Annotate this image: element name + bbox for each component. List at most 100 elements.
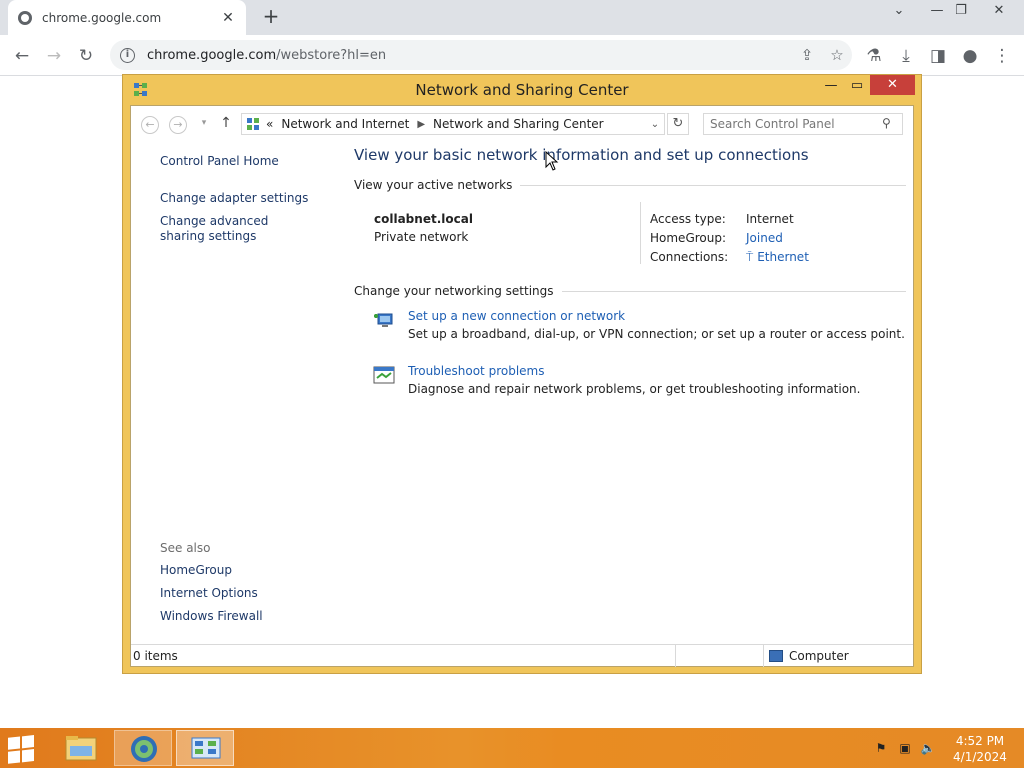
- globe-icon: [131, 736, 157, 762]
- back-icon[interactable]: ←: [9, 43, 35, 69]
- zone-indicator: Computer: [769, 649, 849, 663]
- recent-locations-icon[interactable]: ▾: [195, 116, 213, 134]
- access-type-value: Internet: [746, 212, 794, 226]
- chevron-down-icon[interactable]: ⌄: [646, 119, 664, 130]
- menu-icon[interactable]: ⋮: [989, 43, 1015, 69]
- item-count: 0 items: [133, 649, 178, 663]
- control-panel-icon: [247, 118, 259, 130]
- window-close-button[interactable]: ✕: [870, 75, 915, 95]
- breadcrumb[interactable]: « Network and Internet ▶ Network and Sha…: [241, 113, 665, 135]
- tab-search-icon[interactable]: ⌄: [884, 0, 914, 24]
- main-content: View your basic network information and …: [354, 146, 906, 418]
- browser-tab-strip: chrome.google.com ✕ + ⌄ — ❐ ✕: [0, 0, 1024, 35]
- chevron-right-icon[interactable]: ▶: [417, 119, 425, 130]
- tab-title: chrome.google.com: [42, 10, 162, 25]
- internet-options-link[interactable]: Internet Options: [160, 586, 330, 601]
- divider: [675, 645, 676, 667]
- search-icon[interactable]: ⚲: [882, 116, 896, 130]
- address-bar[interactable]: i chrome.google.com/webstore?hl=en ⇪ ☆: [110, 40, 852, 70]
- forward-icon[interactable]: →: [41, 43, 67, 69]
- access-type-label: Access type:: [650, 212, 726, 226]
- browser-toolbar: ← → ↻ i chrome.google.com/webstore?hl=en…: [0, 35, 1024, 76]
- volume-muted-icon[interactable]: 🔈: [920, 741, 936, 755]
- ethernet-icon: ⍑: [746, 250, 754, 264]
- site-info-icon[interactable]: i: [120, 47, 135, 63]
- breadcrumb-network-internet[interactable]: Network and Internet: [281, 117, 409, 131]
- mouse-cursor-icon: [545, 151, 559, 171]
- reload-icon[interactable]: ↻: [73, 43, 99, 69]
- window-titlebar[interactable]: Network and Sharing Center — ▭ ✕: [123, 75, 921, 103]
- url-text[interactable]: chrome.google.com/webstore?hl=en: [147, 48, 792, 63]
- homegroup-link[interactable]: HomeGroup: [160, 563, 330, 578]
- active-networks-label: View your active networks: [354, 178, 513, 192]
- troubleshoot-task: Troubleshoot problems Diagnose and repai…: [354, 363, 906, 418]
- change-advanced-sharing-link[interactable]: Change advanced sharing settings: [160, 214, 310, 244]
- breadcrumb-network-sharing-center[interactable]: Network and Sharing Center: [433, 117, 604, 131]
- active-networks-heading: View your active networks: [354, 178, 906, 192]
- taskbar-browser[interactable]: [114, 730, 172, 766]
- divider: [561, 290, 906, 292]
- zone-label: Computer: [789, 649, 849, 663]
- refresh-icon[interactable]: ↻: [667, 113, 689, 135]
- window-maximize-button[interactable]: ▭: [845, 78, 869, 96]
- explorer-back-icon[interactable]: ←: [141, 116, 159, 134]
- browser-tab[interactable]: chrome.google.com ✕: [8, 0, 246, 35]
- setup-connection-link[interactable]: Set up a new connection or network: [408, 308, 906, 324]
- connections-row: Connections: ⍑ Ethernet: [650, 250, 809, 265]
- left-navigation-pane: Control Panel Home Change adapter settin…: [160, 154, 330, 250]
- restore-button[interactable]: ❐: [946, 0, 976, 24]
- network-name: collabnet.local: [374, 212, 473, 226]
- connections-label: Connections:: [650, 250, 729, 264]
- url-path: /webstore?hl=en: [276, 47, 387, 63]
- search-input[interactable]: Search Control Panel: [703, 113, 903, 135]
- explorer-address-row: ← → ▾ ↑ « Network and Internet ▶ Network…: [131, 106, 913, 142]
- network-tray-icon[interactable]: ▣: [897, 741, 913, 755]
- close-tab-icon[interactable]: ✕: [220, 10, 236, 26]
- computer-icon: [769, 650, 783, 662]
- status-bar: 0 items Computer: [131, 644, 913, 667]
- side-panel-icon[interactable]: ◨: [925, 43, 951, 69]
- taskbar: ⚑ ▣ 🔈 4:52 PM 4/1/2024: [0, 728, 1024, 768]
- windows-logo-icon: [8, 734, 42, 764]
- troubleshoot-icon: [373, 366, 395, 384]
- download-icon[interactable]: ⤓: [893, 43, 919, 69]
- troubleshoot-description: Diagnose and repair network problems, or…: [408, 382, 861, 396]
- action-center-flag-icon[interactable]: ⚑: [873, 741, 889, 755]
- control-panel-home-link[interactable]: Control Panel Home: [160, 154, 330, 169]
- system-clock[interactable]: 4:52 PM 4/1/2024: [948, 733, 1012, 765]
- homegroup-label: HomeGroup:: [650, 231, 727, 245]
- new-tab-button[interactable]: +: [259, 4, 283, 28]
- url-domain: chrome.google.com: [147, 47, 277, 63]
- close-button[interactable]: ✕: [984, 0, 1014, 24]
- windows-firewall-link[interactable]: Windows Firewall: [160, 609, 330, 624]
- network-type: Private network: [374, 230, 469, 244]
- access-type-row: Access type: Internet: [650, 212, 794, 226]
- breadcrumb-overflow[interactable]: «: [266, 117, 273, 131]
- divider: [763, 645, 764, 667]
- clock-date: 4/1/2024: [953, 750, 1007, 764]
- window-minimize-button[interactable]: —: [819, 78, 843, 96]
- start-button[interactable]: [8, 734, 42, 764]
- active-network-panel: collabnet.local Private network Access t…: [354, 202, 906, 270]
- extensions-icon[interactable]: ⚗: [861, 43, 887, 69]
- taskbar-control-panel[interactable]: [176, 730, 234, 766]
- explorer-forward-icon[interactable]: →: [169, 116, 187, 134]
- taskbar-file-explorer[interactable]: [52, 730, 110, 766]
- window-content: ← → ▾ ↑ « Network and Internet ▶ Network…: [130, 105, 914, 667]
- ethernet-link[interactable]: Ethernet: [757, 250, 809, 264]
- up-arrow-icon[interactable]: ↑: [217, 116, 235, 134]
- homegroup-row: HomeGroup: Joined: [650, 231, 783, 245]
- network-setup-icon: [374, 313, 393, 327]
- setup-connection-description: Set up a broadband, dial-up, or VPN conn…: [408, 327, 905, 341]
- window-title: Network and Sharing Center: [415, 81, 629, 99]
- network-sharing-center-window: Network and Sharing Center — ▭ ✕ ← → ▾ ↑…: [122, 74, 922, 674]
- homegroup-joined-link[interactable]: Joined: [746, 231, 783, 245]
- bookmark-star-icon[interactable]: ☆: [822, 46, 852, 64]
- share-icon[interactable]: ⇪: [792, 46, 822, 64]
- networking-settings-label: Change your networking settings: [354, 284, 554, 298]
- globe-icon: [18, 10, 32, 25]
- profile-avatar-icon[interactable]: ●: [957, 43, 983, 69]
- change-adapter-settings-link[interactable]: Change adapter settings: [160, 191, 330, 206]
- troubleshoot-link[interactable]: Troubleshoot problems: [408, 363, 906, 379]
- divider: [520, 184, 906, 186]
